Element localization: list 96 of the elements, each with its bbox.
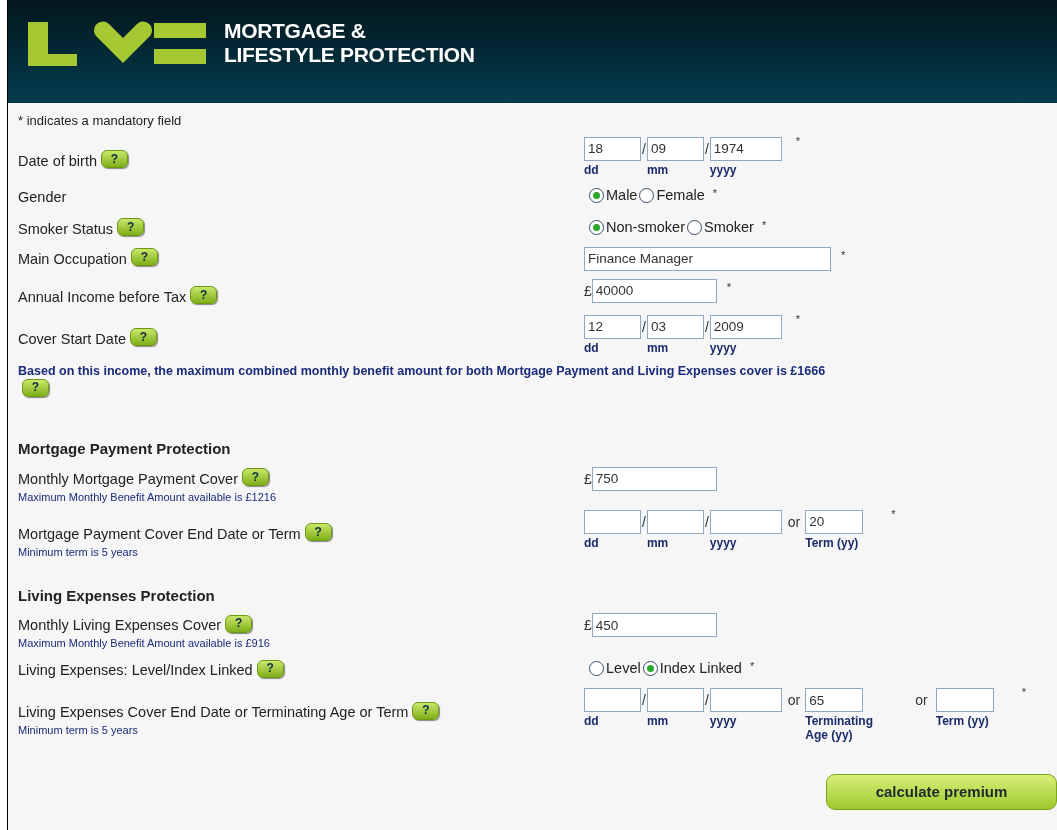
- logo-icon: [28, 20, 206, 66]
- field-label: Cover Start Date: [18, 330, 126, 347]
- input-field[interactable]: 12: [584, 314, 641, 339]
- mandatory-note: * indicates a mandatory field: [17, 112, 183, 130]
- radio-option[interactable]: Female: [639, 184, 705, 207]
- input-field[interactable]: Finance Manager: [584, 246, 831, 271]
- input-field[interactable]: 18: [584, 136, 641, 161]
- currency-symbol: £: [584, 469, 592, 489]
- field-label: Living Expenses: Level/Index Linked: [18, 662, 253, 678]
- input-field[interactable]: [584, 688, 641, 712]
- input-field[interactable]: [709, 688, 782, 712]
- input-field[interactable]: 750: [591, 466, 717, 491]
- field-hint: yyyy: [709, 714, 738, 728]
- separator-text: /: [703, 512, 710, 532]
- help-button[interactable]: ?: [117, 218, 145, 236]
- separator-text: /: [641, 317, 647, 337]
- field-label: Monthly Mortgage Payment Cover: [18, 470, 238, 487]
- field-label: Main Occupation: [18, 250, 127, 267]
- required-label: *: [795, 133, 801, 149]
- field-hint: dd: [584, 714, 600, 728]
- field-label: Date of birth: [18, 152, 97, 169]
- field-hint: dd: [584, 340, 600, 355]
- input-field[interactable]: [584, 509, 641, 534]
- field-label: Living Expenses Cover End Date or Terminating Age or Term: [18, 704, 409, 720]
- field-hint: yyyy: [709, 535, 738, 550]
- input-field[interactable]: 65: [805, 688, 864, 712]
- help-button[interactable]: ?: [190, 286, 218, 304]
- field-hint: Term (yy): [935, 714, 990, 728]
- separator-text: /: [641, 691, 647, 710]
- field-hint: Terminating Age (yy): [805, 714, 874, 742]
- required-label: *: [841, 247, 846, 263]
- help-button[interactable]: ?: [22, 378, 49, 397]
- input-field[interactable]: 03: [646, 314, 704, 339]
- help-button[interactable]: ?: [242, 468, 269, 486]
- currency-symbol: £: [584, 616, 592, 635]
- help-button[interactable]: ?: [225, 614, 253, 633]
- info-text: Based on this income, the maximum combined monthly benefit amount for both Mortgage Payment and Living Expenses cover is £1666: [18, 363, 826, 378]
- separator-text: /: [703, 139, 710, 159]
- required-label: *: [795, 311, 801, 327]
- help-button[interactable]: ?: [412, 701, 440, 720]
- field-note: Minimum term is 5 years: [18, 724, 139, 737]
- input-field[interactable]: [646, 688, 704, 712]
- field-hint: dd: [584, 535, 600, 550]
- field-hint: mm: [646, 535, 670, 550]
- separator-text: /: [641, 512, 647, 532]
- field-note: Maximum Monthly Benefit Amount available is £916: [18, 637, 271, 650]
- calculate-button[interactable]: calculate premium: [826, 774, 1057, 810]
- radio-option[interactable]: Level: [589, 658, 641, 680]
- required-label: *: [726, 279, 732, 295]
- field-hint: mm: [646, 714, 670, 728]
- field-label: Smoker Status: [18, 220, 114, 237]
- separator-text: or: [786, 512, 802, 532]
- field-label: Monthly Living Expenses Cover: [18, 617, 222, 633]
- field-note: Maximum Monthly Benefit Amount available is £1216: [18, 490, 278, 504]
- help-button[interactable]: ?: [101, 150, 128, 168]
- field-label: Annual Income before Tax: [18, 288, 187, 305]
- separator-text: or: [914, 691, 929, 710]
- radio-option[interactable]: Smoker: [686, 216, 754, 239]
- field-hint: Term (yy): [805, 535, 860, 550]
- input-field[interactable]: 450: [591, 613, 717, 637]
- required-label: *: [761, 217, 767, 233]
- help-button[interactable]: ?: [130, 328, 157, 346]
- input-field[interactable]: 09: [646, 136, 704, 161]
- radio-option[interactable]: Index Linked: [642, 658, 742, 680]
- field-hint: mm: [646, 340, 670, 355]
- field-label: Mortgage Payment Cover End Date or Term: [18, 525, 301, 542]
- separator-text: or: [786, 691, 802, 710]
- separator-text: /: [703, 691, 710, 710]
- radio-option[interactable]: Non-smoker: [589, 216, 685, 239]
- field-note: Minimum term is 5 years: [18, 545, 139, 559]
- field-hint: mm: [646, 162, 670, 177]
- field-hint: yyyy: [709, 340, 738, 355]
- section-heading: Mortgage Payment Protection: [17, 439, 232, 459]
- help-button[interactable]: ?: [130, 248, 158, 266]
- input-field[interactable]: 1974: [709, 136, 782, 161]
- help-button[interactable]: ?: [304, 523, 332, 541]
- field-hint: dd: [584, 162, 600, 177]
- currency-symbol: £: [584, 281, 592, 301]
- required-label: *: [891, 506, 896, 522]
- required-label: *: [749, 659, 755, 674]
- help-button[interactable]: ?: [256, 659, 284, 678]
- separator-text: /: [641, 139, 647, 159]
- separator-text: /: [703, 317, 710, 337]
- section-heading: Living Expenses Protection: [17, 585, 216, 606]
- header-title: MORTGAGE & LIFESTYLE PROTECTION: [224, 19, 475, 67]
- radio-option[interactable]: Male: [589, 184, 638, 207]
- required-label: *: [712, 185, 718, 201]
- input-field[interactable]: 20: [805, 509, 864, 534]
- input-field[interactable]: 40000: [591, 278, 717, 303]
- input-field[interactable]: [935, 688, 994, 712]
- input-field[interactable]: [709, 509, 782, 534]
- input-field[interactable]: [646, 509, 704, 534]
- field-hint: yyyy: [709, 162, 738, 177]
- required-label: *: [1021, 685, 1026, 700]
- input-field[interactable]: 2009: [709, 314, 782, 339]
- field-label: Gender: [18, 188, 67, 205]
